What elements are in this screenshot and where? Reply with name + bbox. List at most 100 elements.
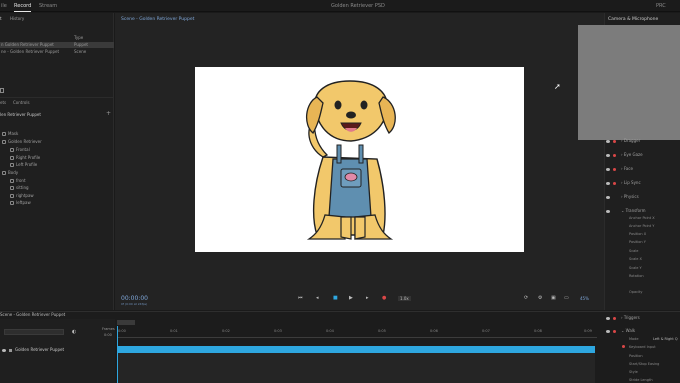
top-menu-bar: ile Record Stream Golden Retriever PSD P…: [0, 0, 680, 12]
tree-item[interactable]: Frontal: [10, 147, 30, 152]
behavior-row[interactable]: › Face: [606, 166, 633, 171]
property-label[interactable]: Mode: [629, 337, 639, 341]
property-label[interactable]: Position X: [629, 232, 646, 236]
record-icon[interactable]: ●: [382, 295, 386, 301]
ruler-tick-label: 0:08: [534, 329, 542, 333]
property-label[interactable]: Scale: [629, 249, 638, 253]
track-name: Golden Retriever Puppet: [15, 347, 65, 352]
eye-icon[interactable]: [606, 209, 610, 213]
property-label[interactable]: Position: [629, 354, 643, 358]
playback-speed[interactable]: 1.0x: [398, 296, 411, 301]
tree-item[interactable]: Mask: [2, 131, 18, 136]
tree-item[interactable]: sitting: [10, 185, 29, 190]
tab-project[interactable]: t: [0, 16, 2, 21]
ruler-tick-label: 0:00: [118, 329, 126, 333]
eye-icon[interactable]: [606, 195, 610, 199]
add-icon[interactable]: +: [106, 110, 111, 117]
record-arm-icon[interactable]: [613, 316, 616, 320]
property-label[interactable]: Keyboard Input: [629, 345, 656, 349]
tree-item[interactable]: Golden Retriever: [2, 139, 42, 144]
timeline-track[interactable]: Golden Retriever Puppet: [2, 347, 64, 352]
record-arm-icon[interactable]: [622, 345, 625, 348]
behavior-row[interactable]: › Eye Gaze: [606, 152, 643, 157]
tab-controls[interactable]: Controls: [13, 100, 30, 105]
scene-canvas[interactable]: [195, 67, 524, 252]
scene-title[interactable]: Scene - Golden Retriever Puppet: [121, 17, 194, 22]
eye-icon[interactable]: [606, 316, 610, 320]
behavior-row[interactable]: › Triggers: [606, 315, 640, 320]
refresh-icon[interactable]: ⟳: [524, 295, 528, 301]
record-arm-icon[interactable]: [613, 167, 616, 171]
menu-file[interactable]: ile: [1, 3, 7, 9]
layer-icon: [10, 194, 14, 198]
property-value[interactable]: Left & Right Q: [653, 337, 678, 341]
step-back-icon[interactable]: ◂: [316, 295, 319, 301]
behavior-row[interactable]: › Physics: [606, 194, 639, 199]
behavior-row[interactable]: › Dragger: [606, 138, 640, 143]
project-row[interactable]: ne - Golden Retriever Puppet Scene: [0, 49, 114, 55]
tree-item[interactable]: rightpaw: [10, 193, 34, 198]
puppet-header: len Retriever Puppet: [0, 112, 41, 117]
property-label[interactable]: Position Y: [629, 240, 646, 244]
record-arm-icon[interactable]: [613, 139, 616, 143]
property-label[interactable]: Rotation: [629, 274, 644, 278]
tree-item[interactable]: Body: [2, 170, 18, 175]
property-label[interactable]: Anchor Point Y: [629, 224, 654, 228]
behavior-row[interactable]: › Lip Sync: [606, 180, 641, 185]
layer-icon: [10, 148, 14, 152]
eye-icon[interactable]: [606, 153, 610, 157]
go-to-start-icon[interactable]: ⏮: [298, 295, 303, 301]
stop-icon[interactable]: ■: [333, 295, 338, 301]
property-label[interactable]: Anchor Point X: [629, 216, 655, 220]
eye-icon[interactable]: [606, 329, 610, 333]
timeline-scroll-handle[interactable]: [117, 320, 135, 325]
record-arm-icon[interactable]: [613, 329, 616, 333]
property-label[interactable]: Scale X: [629, 257, 642, 261]
tab-stream[interactable]: Stream: [39, 3, 57, 9]
mouse-cursor-icon: ➚: [554, 82, 561, 91]
property-label[interactable]: Start/Stop Easing: [629, 362, 659, 366]
tab-history[interactable]: History: [10, 16, 24, 21]
tree-item[interactable]: leftpaw: [10, 200, 31, 205]
left-bottom-tabs: ets Controls: [0, 97, 114, 105]
project-row-type: Scene: [74, 49, 87, 54]
timeline-title[interactable]: Scene - Golden Retriever Puppet: [0, 312, 65, 317]
frames-label: Frames: [102, 327, 115, 331]
timeline-filter-icon[interactable]: ◐: [72, 329, 76, 335]
project-row[interactable]: n Golden Retriever Puppet Puppet: [0, 42, 114, 48]
eye-icon[interactable]: [606, 167, 610, 171]
playhead[interactable]: [117, 326, 118, 383]
record-arm-icon[interactable]: [613, 153, 616, 157]
tree-item[interactable]: front: [10, 178, 26, 183]
ruler-tick-label: 0:07: [482, 329, 490, 333]
monitor-icon[interactable]: ▭: [564, 295, 569, 301]
camera-icon[interactable]: ▣: [551, 295, 556, 301]
zoom-percent[interactable]: 45%: [580, 296, 589, 301]
timeline-track-area[interactable]: [117, 353, 595, 383]
property-label[interactable]: Stride Length: [629, 378, 653, 382]
topbar-right-label: PRC: [656, 3, 666, 9]
behavior-row[interactable]: ⌄ Walk: [606, 328, 635, 333]
ruler-tick-label: 0:03: [274, 329, 282, 333]
eye-icon[interactable]: [2, 348, 6, 352]
property-label[interactable]: Opacity: [629, 290, 642, 294]
puppet-track-bar[interactable]: [117, 346, 595, 353]
record-arm-icon[interactable]: [613, 181, 616, 185]
layer-icon: [2, 132, 6, 136]
step-forward-icon[interactable]: ▸: [366, 295, 369, 301]
timeline-search-input[interactable]: [4, 329, 64, 335]
tree-item[interactable]: Left Profile: [10, 162, 37, 167]
behavior-row[interactable]: ⌄ Transform: [606, 208, 646, 213]
tree-item[interactable]: Right Profile: [10, 155, 40, 160]
layer-icon: [10, 201, 14, 205]
settings-icon[interactable]: ⚙: [538, 295, 542, 301]
property-label[interactable]: Style: [629, 370, 638, 374]
eye-icon[interactable]: [606, 139, 610, 143]
folder-icon[interactable]: [0, 88, 4, 93]
eye-icon[interactable]: [606, 181, 610, 185]
tab-record[interactable]: Record: [14, 3, 32, 12]
property-label[interactable]: Scale Y: [629, 266, 642, 270]
play-icon[interactable]: ▶: [349, 295, 353, 301]
tab-assets[interactable]: ets: [0, 100, 6, 105]
column-type[interactable]: Type: [74, 35, 83, 40]
